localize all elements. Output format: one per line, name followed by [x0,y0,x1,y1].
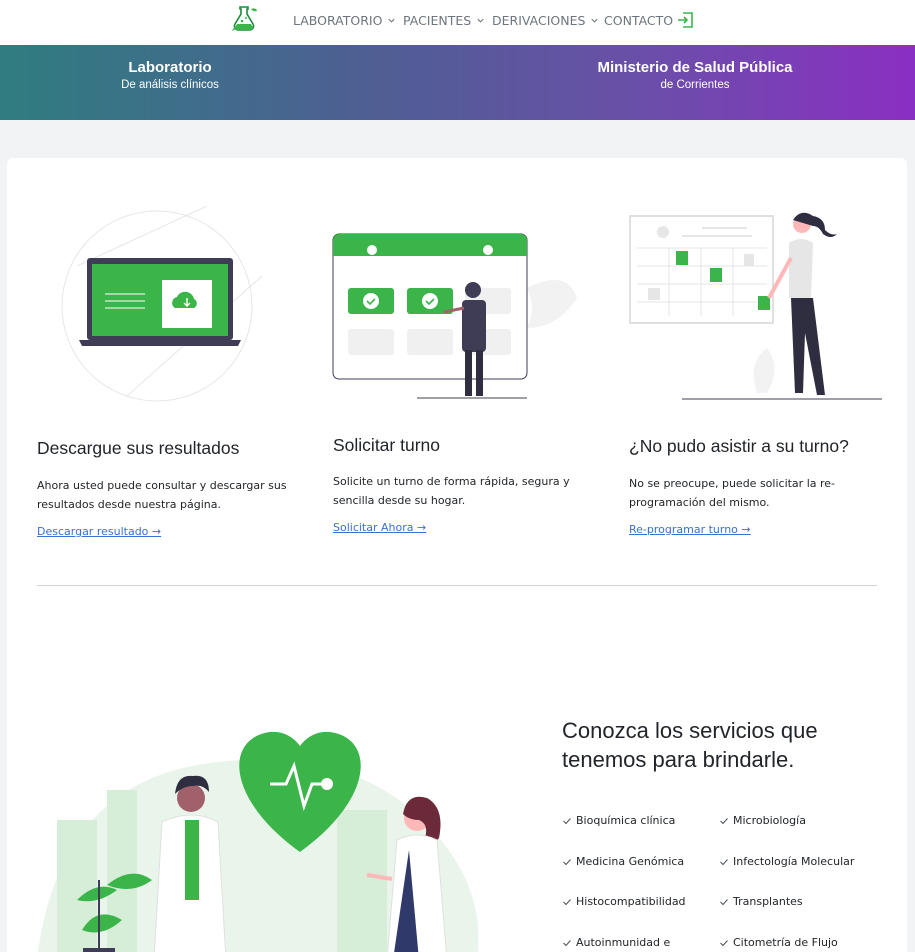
service-item: Autoinmunidad e [562,936,670,949]
reschedule-link-label: Re-programar turno [629,523,742,536]
service-item-label: Medicina Genómica [576,855,685,868]
feature-reschedule-title: ¿No pudo asistir a su turno? [629,436,849,456]
banner-lab-block: Laboratorio De análisis clínicos [80,59,260,91]
service-item-label: Transplantes [733,895,803,908]
download-result-link-label: Descargar resultado [37,525,152,538]
feature-download-text: Ahora usted puede consultar y descargar … [37,479,287,511]
request-appointment-link[interactable]: Solicitar Ahora → [333,521,426,534]
check-icon [563,939,571,946]
login-icon[interactable] [677,11,695,29]
check-icon [720,817,728,824]
arrow-right-icon: → [151,525,162,538]
banner-lab-subtitle: De análisis clínicos [121,79,219,91]
nav-laboratorio-label: LABORATORIO [293,13,383,28]
service-item-label: Infectología Molecular [733,855,855,868]
chevron-down-icon [591,18,599,23]
hero-banner: Laboratorio De análisis clínicos Ministe… [0,45,915,120]
chevron-down-icon [388,18,396,23]
service-item-label: Bioquímica clínica [576,814,676,827]
banner-lab-title: Laboratorio [128,59,212,76]
service-item: Citometría de Flujo [719,936,838,949]
service-item-label: Histocompatibilidad [576,895,686,908]
check-icon [720,898,728,905]
service-item: Medicina Genómica [562,855,684,868]
main-card: Descargue sus resultados Ahora usted pue… [7,158,907,952]
nav-pacientes[interactable]: PACIENTES [403,13,485,28]
service-item: Infectología Molecular [719,855,854,868]
nav-derivaciones[interactable]: DERIVACIONES [492,13,599,28]
arrow-right-icon: → [417,521,427,534]
service-item: Bioquímica clínica [562,814,675,827]
service-item: Transplantes [719,895,803,908]
feature-appointment-title: Solicitar turno [333,435,440,455]
flask-leaf-logo[interactable] [229,4,259,34]
nav-contacto-label: CONTACTO [604,13,674,28]
top-navbar: LABORATORIO PACIENTES DERIVACIONES CONTA… [0,0,915,45]
check-icon [563,817,571,824]
health-workers-illustration [38,731,479,952]
services-title: Conozca los servicios que tenemos para b… [562,718,818,772]
check-icon [563,898,571,905]
download-result-link[interactable]: Descargar resultado → [37,525,161,538]
reschedule-illustration [629,212,882,400]
nav-contacto[interactable]: CONTACTO [604,13,673,28]
check-icon [563,858,571,865]
banner-ministry-title: Ministerio de Salud Pública [597,59,793,76]
check-icon [720,858,728,865]
service-item: Histocompatibilidad [562,895,686,908]
banner-ministry-block: Ministerio de Salud Pública de Corriente… [585,59,805,91]
check-icon [720,939,728,946]
arrow-right-icon: → [741,523,751,536]
feature-download-title: Descargue sus resultados [37,438,240,458]
service-item: Microbiología [719,814,806,827]
reschedule-link[interactable]: Re-programar turno → [629,523,751,536]
request-appointment-link-label: Solicitar Ahora [333,521,417,534]
feature-appointment-text: Solicite un turno de forma rápida, segur… [333,475,570,507]
banner-ministry-subtitle: de Corrientes [660,79,730,91]
nav-laboratorio[interactable]: LABORATORIO [293,13,396,28]
service-item-label: Citometría de Flujo [733,936,838,949]
service-item-label: Autoinmunidad e [576,936,671,949]
service-item-label: Microbiología [733,814,806,827]
section-divider [37,585,877,586]
nav-derivaciones-label: DERIVACIONES [492,13,586,28]
chevron-down-icon [477,18,484,23]
calendar-booking-illustration [332,233,577,399]
feature-reschedule-text: No se preocupe, puede solicitar la re-pr… [629,477,836,509]
nav-pacientes-label: PACIENTES [403,13,472,28]
laptop-download-illustration [61,206,263,402]
